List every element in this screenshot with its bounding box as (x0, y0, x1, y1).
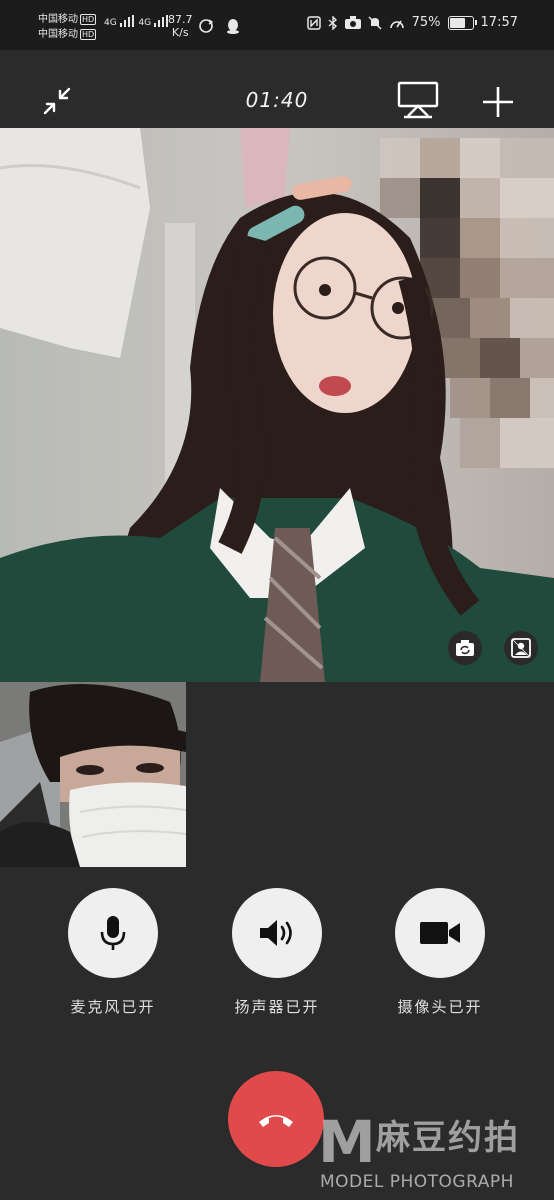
remote-video-feed[interactable] (0, 128, 554, 682)
camera-icon (420, 922, 460, 944)
switch-camera-button[interactable] (448, 631, 482, 665)
speaker-button[interactable] (232, 888, 322, 978)
signal-indicator: 4G 4G (104, 15, 170, 28)
speaker-control[interactable]: 扬声器已开 (227, 888, 327, 1017)
portrait-icon (511, 638, 531, 658)
carrier-label-1: 中国移动 (38, 14, 78, 25)
camera-control[interactable]: 摄像头已开 (390, 888, 490, 1017)
microphone-icon (100, 916, 126, 950)
speaker-icon (260, 920, 292, 946)
self-video-image (0, 682, 186, 867)
bluetooth-icon (328, 15, 337, 30)
portrait-mode-button[interactable] (504, 631, 538, 665)
carrier-label-2: 中国移动 (38, 29, 78, 40)
add-participant-icon[interactable] (480, 84, 516, 120)
hd-badge-2: HD (80, 29, 97, 40)
watermark-logo: M (318, 1108, 376, 1176)
clock: 17:57 (480, 15, 518, 30)
qq-icon (227, 19, 240, 34)
camera-button[interactable] (395, 888, 485, 978)
hd-badge-1: HD (80, 14, 97, 25)
camera-status-icon (344, 16, 361, 29)
watermark-brand-cn: 麻豆约拍 (376, 1118, 520, 1158)
microphone-control[interactable]: 麦克风已开 (63, 888, 163, 1017)
battery-percent: 75% (411, 15, 441, 30)
screen-cast-icon[interactable] (396, 80, 440, 120)
speed-value: 87.7 (168, 13, 193, 26)
battery-level-fill (449, 17, 465, 28)
notification-icons (198, 18, 241, 38)
status-bar: 中国移动 HD 中国移动 HD 4G 4G 87.7 K/s 75% 17:57 (0, 0, 554, 50)
microphone-label: 麦克风已开 (70, 998, 156, 1016)
carrier-info: 中国移动 HD 中国移动 HD (38, 12, 97, 42)
hangup-button[interactable] (228, 1071, 324, 1167)
mute-icon (368, 15, 382, 30)
watermark: M 麻豆约拍 MODEL PHOTOGRAPH (318, 1110, 554, 1200)
sync-icon (199, 19, 214, 33)
call-toolbar: 01:40 (0, 50, 554, 128)
speed-unit: K/s (171, 26, 189, 39)
call-timer: 01:40 (245, 88, 309, 112)
network-type: 4G (104, 18, 117, 28)
hangup-icon (259, 1115, 293, 1127)
system-indicators: 75% 17:57 (306, 15, 518, 30)
self-video-preview[interactable] (0, 682, 186, 867)
network-type-2: 4G (138, 18, 152, 28)
battery-icon (447, 15, 477, 30)
speed-meter-icon (389, 20, 404, 28)
watermark-brand-en: MODEL PHOTOGRAPH (320, 1172, 514, 1192)
remote-video-image (0, 128, 554, 682)
network-speed: 87.7 K/s (168, 13, 193, 39)
camera-label: 摄像头已开 (397, 998, 483, 1016)
microphone-button[interactable] (68, 888, 158, 978)
nfc-icon (306, 15, 321, 30)
switch-camera-icon (456, 640, 474, 656)
speaker-label: 扬声器已开 (234, 998, 320, 1016)
signal-bars-icon (119, 15, 134, 27)
